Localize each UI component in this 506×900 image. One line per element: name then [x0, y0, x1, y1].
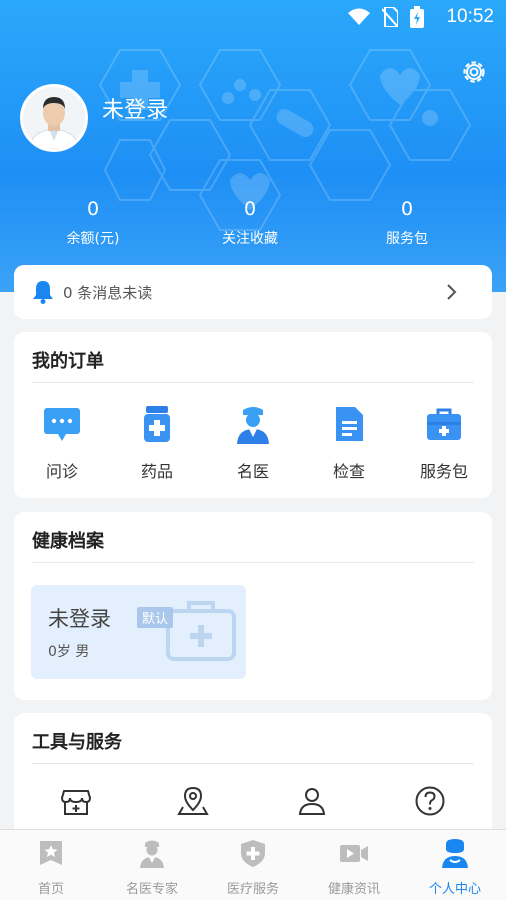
status-bar: 10:52 — [0, 0, 506, 34]
store-icon[interactable] — [60, 785, 92, 817]
tab-label: 个人中心 — [428, 882, 481, 897]
order-label: 药品 — [140, 462, 173, 481]
tab-health-news[interactable]: 健康资讯 — [304, 838, 404, 897]
status-time: 10:52 — [446, 6, 494, 27]
medicine-bottle-icon — [144, 406, 170, 442]
tab-label: 名医专家 — [125, 882, 178, 897]
bottom-tab-bar: 首页 名医专家 医疗服务 健康资讯 个人中心 — [0, 829, 506, 900]
default-badge: 默认 — [137, 607, 174, 628]
divider — [32, 763, 474, 764]
person-icon — [442, 839, 468, 868]
stat-favorites[interactable]: 0 关注收藏 — [190, 198, 310, 248]
chevron-right-icon — [447, 284, 457, 300]
medical-kit-icon — [427, 408, 461, 440]
stat-value: 0 — [400, 198, 414, 220]
health-profile-card[interactable]: 未登录 默认 0岁 男 — [31, 585, 246, 679]
stat-value: 0 — [243, 198, 257, 220]
bell-icon — [33, 281, 53, 304]
tab-home[interactable]: 首页 — [1, 838, 101, 897]
document-icon — [336, 407, 363, 441]
username[interactable]: 未登录 — [102, 92, 168, 124]
section-title: 健康档案 — [32, 531, 104, 552]
doctor-icon — [140, 840, 164, 868]
battery-charging-icon — [410, 6, 424, 28]
divider — [32, 562, 474, 563]
my-orders-section: 我的订单 问诊 药品 名医 检查 服务包 — [14, 332, 492, 498]
tab-label: 首页 — [37, 882, 64, 897]
tab-famous-doctors[interactable]: 名医专家 — [102, 838, 202, 897]
stat-label: 服务包 — [386, 231, 428, 247]
video-camera-icon — [340, 845, 368, 862]
order-service-package[interactable]: 服务包 — [404, 404, 484, 482]
help-circle-icon[interactable] — [414, 785, 446, 817]
order-examination[interactable]: 检查 — [309, 404, 389, 482]
tab-label: 健康资讯 — [327, 882, 380, 897]
order-label: 问诊 — [45, 462, 78, 481]
profile-age-gender: 0岁 男 — [48, 644, 90, 660]
profile-header — [0, 0, 506, 292]
tab-label: 医疗服务 — [226, 882, 279, 897]
order-consultation[interactable]: 问诊 — [22, 404, 102, 482]
section-title: 我的订单 — [32, 351, 104, 372]
order-famous-doctor[interactable]: 名医 — [213, 404, 293, 482]
stat-service-packages[interactable]: 0 服务包 — [347, 198, 467, 248]
order-medicine[interactable]: 药品 — [117, 404, 197, 482]
chat-bubble-icon — [44, 408, 80, 441]
health-records-section: 健康档案 未登录 默认 0岁 男 — [14, 512, 492, 700]
order-label: 检查 — [332, 462, 365, 481]
shield-plus-icon — [241, 840, 265, 867]
location-pin-icon[interactable] — [177, 785, 209, 817]
stat-value: 0 — [86, 198, 100, 220]
wifi-icon — [348, 8, 370, 25]
doctor-portrait-icon — [23, 87, 85, 149]
stat-label: 关注收藏 — [222, 231, 278, 247]
section-title: 工具与服务 — [32, 732, 122, 753]
unread-messages-text: 0 条消息未读 — [63, 284, 153, 302]
unread-messages-bar[interactable]: 0 条消息未读 — [14, 265, 492, 319]
order-label: 服务包 — [419, 462, 468, 481]
medical-kit-icon — [166, 601, 236, 661]
profile-name: 未登录 — [48, 607, 111, 631]
tools-services-section: 工具与服务 — [14, 713, 492, 843]
stat-balance[interactable]: 0 余额(元) — [33, 198, 153, 248]
no-sim-icon — [382, 7, 398, 27]
person-icon[interactable] — [296, 785, 328, 817]
doctor-icon — [237, 407, 269, 444]
home-star-icon — [40, 841, 62, 865]
stat-label: 余额(元) — [66, 231, 120, 247]
tab-personal-center[interactable]: 个人中心 — [405, 838, 505, 897]
tab-medical-services[interactable]: 医疗服务 — [203, 838, 303, 897]
settings-gear-icon[interactable] — [460, 58, 488, 86]
divider — [32, 382, 474, 383]
order-label: 名医 — [236, 462, 269, 481]
avatar[interactable] — [20, 84, 88, 152]
